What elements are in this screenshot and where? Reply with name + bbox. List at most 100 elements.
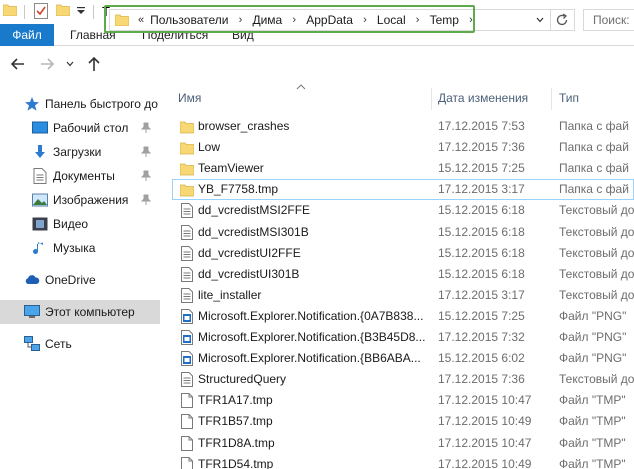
file-row[interactable]: YB_F7758.tmp 17.12.2015 3:17 Папка с фай [172, 179, 634, 200]
file-row[interactable]: TeamViewer 15.12.2015 7:25 Папка с фай [172, 158, 634, 179]
column-divider[interactable] [431, 88, 432, 110]
documents-icon [33, 168, 47, 184]
sidebar-item-onedrive[interactable]: OneDrive [0, 268, 160, 292]
file-row[interactable]: TFR1B57.tmp 17.12.2015 10:49 Файл "TMP" [172, 411, 634, 432]
sidebar-item-video[interactable]: Видео [0, 212, 160, 236]
file-row[interactable]: dd_vcredistUI2FFE 15.12.2015 6:18 Текстовы… [172, 243, 634, 264]
column-header-date[interactable]: Дата изменения [438, 88, 528, 108]
sidebar-item-label: Видео [53, 217, 89, 231]
file-name: dd_vcredistUI301B [198, 267, 300, 281]
file-name: dd_vcredistMSI301B [198, 225, 309, 239]
sidebar-item-label: Этот компьютер [45, 305, 135, 319]
file-type: Файл "TMP" [559, 393, 626, 407]
pin-icon[interactable] [141, 170, 151, 182]
address-highlight-box [104, 5, 475, 33]
navigation-pane: Панель быстрого до Рабочий стол Загрузки… [0, 84, 160, 469]
file-row[interactable]: dd_vcredistMSI2FFE 15.12.2015 6:18 Текстов… [172, 200, 634, 221]
file-row[interactable]: Microsoft.Explorer.Notification.{0A7B838… [172, 306, 634, 327]
text-file-icon [180, 267, 194, 282]
quick-access-dropdown-icon[interactable] [77, 6, 85, 16]
file-row[interactable]: Microsoft.Explorer.Notification.{BB6ABA.… [172, 348, 634, 369]
sidebar-item-pictures[interactable]: Изображения [0, 188, 160, 212]
sidebar-item-music[interactable]: Музыка [0, 236, 160, 260]
sidebar-item-label: Рабочий стол [53, 121, 129, 135]
sort-ascending-icon [296, 84, 306, 90]
file-name: TeamViewer [198, 161, 264, 175]
sidebar-item-desktop[interactable]: Рабочий стол [0, 116, 160, 140]
file-row[interactable]: lite_installer 17.12.2015 3:17 Текстовый д… [172, 285, 634, 306]
pictures-icon [32, 193, 48, 207]
file-type: Папка с фай [559, 140, 629, 154]
sidebar-item-label: Загрузки [53, 145, 102, 159]
blank-file-icon [180, 393, 194, 408]
sidebar-item-label: Изображения [53, 193, 129, 207]
sidebar-item-label: Документы [53, 169, 115, 183]
chevron-down-icon[interactable] [536, 16, 544, 24]
tab-file[interactable]: Файл [0, 24, 54, 46]
file-name: dd_vcredistUI2FFE [198, 246, 301, 260]
file-type: Текстовый до [559, 267, 634, 281]
file-name: TFR1B57.tmp [198, 414, 273, 428]
properties-icon[interactable] [34, 3, 48, 19]
file-name: Low [198, 140, 221, 154]
file-name: StructuredQuery [198, 372, 287, 386]
pin-icon[interactable] [141, 122, 151, 134]
file-date: 15.12.2015 6:18 [438, 267, 525, 281]
video-icon [32, 217, 48, 231]
file-type: Текстовый до [559, 246, 634, 260]
file-row[interactable]: Low 17.12.2015 7:36 Папка с фай [172, 137, 634, 158]
computer-icon [24, 305, 40, 318]
new-folder-icon[interactable] [56, 4, 70, 16]
png-file-icon [180, 351, 194, 366]
file-row[interactable]: dd_vcredistMSI301B 15.12.2015 6:18 Текстов… [172, 222, 634, 243]
file-row[interactable]: Microsoft.Explorer.Notification.{B3B45D8… [172, 327, 634, 348]
file-name: browser_crashes [198, 119, 290, 133]
sidebar-item-network[interactable]: Сеть [0, 332, 160, 356]
column-divider[interactable] [551, 88, 552, 110]
sidebar-item-documents[interactable]: Документы [0, 164, 160, 188]
sidebar-item-this-pc[interactable]: Этот компьютер [0, 300, 160, 324]
file-row[interactable]: TFR1D54.tmp 17.12.2015 10:49 Файл "TMP" [172, 454, 634, 469]
up-arrow-icon[interactable] [86, 56, 102, 72]
file-row[interactable]: TFR1A17.tmp 17.12.2015 10:47 Файл "TMP" [172, 390, 634, 411]
file-name: TFR1D54.tmp [198, 457, 274, 469]
file-name: dd_vcredistMSI2FFE [198, 203, 311, 217]
file-date: 17.12.2015 3:17 [438, 288, 525, 302]
column-header-type[interactable]: Тип [559, 88, 579, 108]
file-type: Файл "TMP" [559, 457, 626, 469]
folder-icon [179, 161, 195, 176]
file-row[interactable]: TFR1D8A.tmp 17.12.2015 10:47 Файл "TMP" [172, 433, 634, 454]
file-date: 17.12.2015 7:36 [438, 372, 525, 386]
desktop-icon [32, 121, 48, 134]
star-icon [25, 97, 39, 111]
file-date: 17.12.2015 7:36 [438, 140, 525, 154]
back-arrow-icon[interactable] [10, 56, 26, 72]
file-name: Microsoft.Explorer.Notification.{B3B45D8… [198, 330, 426, 344]
file-date: 17.12.2015 7:53 [438, 119, 525, 133]
file-date: 17.12.2015 10:49 [438, 457, 532, 469]
column-header-name[interactable]: Имя [178, 88, 201, 108]
file-row[interactable]: dd_vcredistUI301B 15.12.2015 6:18 Текстовы… [172, 264, 634, 285]
recent-locations-chevron-icon[interactable] [66, 60, 74, 68]
navigation-bar [0, 46, 634, 84]
refresh-icon[interactable] [555, 13, 569, 27]
download-icon [35, 145, 45, 158]
music-icon [33, 242, 43, 254]
sidebar-item-label: Сеть [45, 337, 72, 351]
file-date: 17.12.2015 10:47 [438, 393, 532, 407]
sidebar-item-quick-access[interactable]: Панель быстрого до [0, 92, 160, 116]
file-name: YB_F7758.tmp [198, 182, 279, 196]
file-date: 17.12.2015 10:47 [438, 436, 532, 450]
search-input[interactable]: Поиск: [583, 9, 634, 31]
sidebar-item-downloads[interactable]: Загрузки [0, 140, 160, 164]
file-row[interactable]: StructuredQuery 17.12.2015 7:36 Текстовый … [172, 369, 634, 390]
pin-icon[interactable] [141, 194, 151, 206]
file-row[interactable]: browser_crashes 17.12.2015 7:53 Папка с фа… [172, 116, 634, 137]
pin-icon[interactable] [141, 146, 151, 158]
file-date: 15.12.2015 6:18 [438, 203, 525, 217]
file-date: 17.12.2015 10:49 [438, 414, 532, 428]
folder-icon [179, 140, 195, 155]
forward-arrow-icon[interactable] [39, 56, 55, 72]
file-type: Папка с фай [559, 119, 629, 133]
file-type: Файл "PNG" [559, 351, 627, 365]
